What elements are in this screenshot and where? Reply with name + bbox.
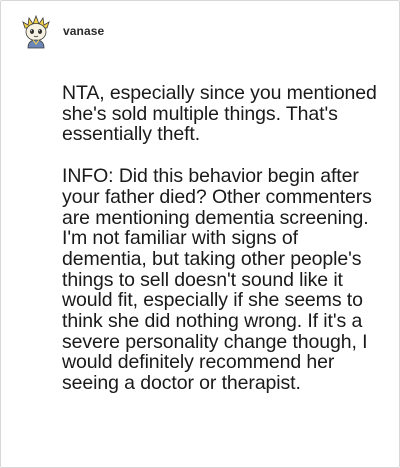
post-body: NTA, especially since you mentioned she'…: [62, 83, 382, 394]
cartoon-character-avatar-icon[interactable]: [19, 15, 53, 49]
author-username[interactable]: vanase: [63, 24, 104, 38]
post-card: vanase NTA, especially since you mention…: [0, 0, 400, 468]
post-header: vanase: [19, 15, 104, 49]
post-paragraph: NTA, especially since you mentioned she'…: [62, 82, 377, 146]
post-paragraph: INFO: Did this behavior begin after your…: [62, 165, 372, 395]
